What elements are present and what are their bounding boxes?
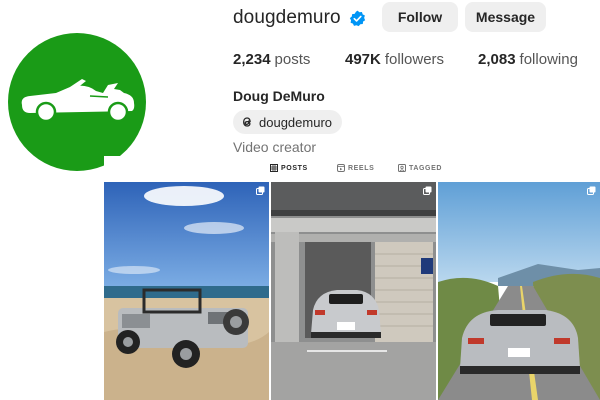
tab-posts[interactable]: POSTS — [270, 163, 308, 173]
stat-following[interactable]: 2,083 following — [478, 51, 578, 68]
avatar-overlay — [104, 156, 148, 182]
tab-tagged-label: TAGGED — [409, 164, 443, 172]
stat-followers-value: 497K — [345, 51, 381, 68]
coastal-road-supercar-photo — [438, 182, 600, 400]
tab-reels-label: REELS — [348, 164, 375, 172]
post-thumbnail[interactable] — [271, 182, 436, 400]
tagged-icon — [398, 164, 406, 172]
stat-posts: 2,234 posts — [233, 51, 310, 68]
post-thumbnail[interactable] — [438, 182, 600, 400]
threads-link[interactable]: dougdemuro — [233, 110, 342, 134]
tab-reels[interactable]: REELS — [337, 163, 374, 173]
stat-following-value: 2,083 — [478, 51, 516, 68]
threads-icon — [243, 117, 251, 127]
profile-full-name: Doug DeMuro — [233, 88, 325, 104]
grid-icon — [270, 164, 278, 172]
stat-posts-label: posts — [274, 51, 311, 68]
username-row: dougdemuro — [233, 4, 366, 32]
username: dougdemuro — [233, 7, 341, 28]
follow-button[interactable]: Follow — [382, 2, 458, 32]
stat-followers[interactable]: 497K followers — [345, 51, 444, 68]
car-silhouette-icon — [21, 79, 135, 123]
multiple-photos-icon — [587, 186, 596, 195]
stat-posts-value: 2,234 — [233, 51, 271, 68]
multiple-photos-icon — [256, 186, 265, 195]
multiple-photos-icon — [423, 186, 432, 195]
stat-followers-label: followers — [384, 51, 445, 68]
message-button[interactable]: Message — [465, 2, 546, 32]
post-thumbnail[interactable] — [104, 182, 269, 400]
profile-category: Video creator — [233, 139, 317, 155]
verified-badge-icon — [349, 10, 365, 26]
profile-avatar[interactable] — [8, 33, 146, 171]
tab-tagged[interactable]: TAGGED — [398, 163, 442, 173]
tab-posts-label: POSTS — [281, 164, 308, 172]
beach-suv-photo — [104, 182, 269, 400]
reels-icon — [337, 164, 345, 172]
threads-handle: dougdemuro — [259, 114, 332, 130]
stat-following-label: following — [519, 51, 578, 68]
garage-supercar-photo — [271, 182, 436, 400]
